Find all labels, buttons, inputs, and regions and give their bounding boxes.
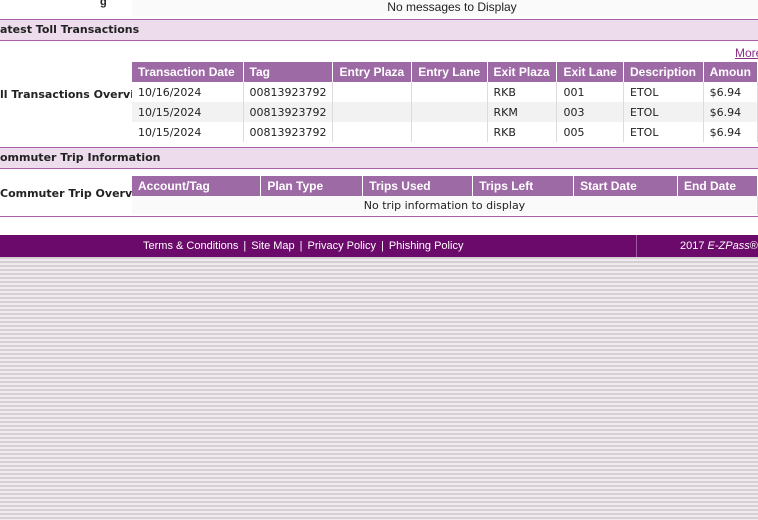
cell-entry-lane (411, 122, 488, 142)
cell-entry-plaza (332, 122, 413, 142)
cell-tag: 00813923792 (243, 82, 334, 102)
commuter-trip-table: Account/Tag Plan Type Trips Used Trips L… (132, 176, 758, 214)
cell-exit-plaza: RKB (487, 122, 558, 142)
cell-tag: 00813923792 (243, 102, 334, 122)
col-account-tag[interactable]: Account/Tag (132, 176, 262, 196)
cell-exit-plaza: RKB (487, 82, 558, 102)
footer-link-terms[interactable]: Terms & Conditions (143, 240, 238, 252)
col-trips-used[interactable]: Trips Used (362, 176, 474, 196)
col-exit-plaza[interactable]: Exit Plaza (487, 62, 558, 82)
footer-link-sitemap[interactable]: Site Map (251, 240, 294, 252)
cell-tag: 00813923792 (243, 122, 334, 142)
cell-entry-lane (411, 82, 488, 102)
cell-exit-lane: 003 (556, 102, 624, 122)
col-transaction-date[interactable]: Transaction Date (132, 62, 244, 82)
table-row: No trip information to display (132, 196, 758, 214)
messages-row: g No messages to Display (0, 0, 758, 18)
col-description[interactable]: Description (623, 62, 704, 82)
col-amount[interactable]: Amoun (703, 62, 758, 82)
cell-entry-plaza (332, 82, 413, 102)
col-exit-lane[interactable]: Exit Lane (556, 62, 624, 82)
table-row: 10/16/2024 00813923792 RKB 001 ETOL $6.9… (132, 82, 758, 102)
cell-amount: $6.94 (703, 82, 758, 102)
col-entry-lane[interactable]: Entry Lane (411, 62, 488, 82)
col-end-date[interactable]: End Date (677, 176, 758, 196)
cell-amount: $6.94 (703, 102, 758, 122)
col-entry-plaza[interactable]: Entry Plaza (332, 62, 413, 82)
toll-section-header: atest Toll Transactions (0, 19, 758, 41)
toll-transactions-table: Transaction Date Tag Entry Plaza Entry L… (132, 62, 758, 142)
cell-date: 10/16/2024 (132, 82, 244, 102)
section-divider (0, 216, 758, 217)
commuter-empty-text: No trip information to display (132, 196, 758, 214)
toll-overview-label: ll Transactions Overview: (0, 88, 156, 101)
footer-link-phishing[interactable]: Phishing Policy (389, 240, 464, 252)
cell-description: ETOL (623, 82, 704, 102)
messages-empty-text: No messages to Display (132, 0, 758, 16)
footer-copyright: 2017 E-ZPass® N (680, 235, 758, 257)
footer-separator: | (243, 240, 247, 252)
cell-date: 10/15/2024 (132, 122, 244, 142)
table-row: 10/15/2024 00813923792 RKM 003 ETOL $6.9… (132, 102, 758, 122)
copyright-suffix: ® N (749, 240, 758, 252)
striped-background (0, 257, 758, 520)
footer-divider (636, 235, 637, 257)
col-tag[interactable]: Tag (243, 62, 334, 82)
col-plan-type[interactable]: Plan Type (260, 176, 364, 196)
footer: Terms & Conditions | Site Map | Privacy Poli… (0, 235, 758, 257)
cell-description: ETOL (623, 102, 704, 122)
cell-entry-plaza (332, 102, 413, 122)
cell-amount: $6.94 (703, 122, 758, 142)
commuter-overview-label: Commuter Trip Overview: (0, 187, 158, 200)
table-row: 10/15/2024 00813923792 RKB 005 ETOL $6.9… (132, 122, 758, 142)
col-trips-left[interactable]: Trips Left (472, 176, 575, 196)
col-start-date[interactable]: Start Date (573, 176, 678, 196)
cell-exit-lane: 005 (556, 122, 624, 142)
footer-link-privacy[interactable]: Privacy Policy (308, 240, 376, 252)
copyright-brand: E-ZPass (707, 240, 750, 252)
footer-separator: | (299, 240, 303, 252)
toll-table-header-row: Transaction Date Tag Entry Plaza Entry L… (132, 62, 758, 82)
footer-links: Terms & Conditions | Site Map | Privacy Poli… (143, 235, 463, 257)
cell-exit-lane: 001 (556, 82, 624, 102)
cell-date: 10/15/2024 (132, 102, 244, 122)
messages-label: g (100, 0, 107, 8)
copyright-prefix: 2017 (680, 240, 708, 252)
commuter-section-header: ommuter Trip Information (0, 147, 758, 169)
cell-exit-plaza: RKM (487, 102, 558, 122)
commuter-table-header-row: Account/Tag Plan Type Trips Used Trips L… (132, 176, 758, 196)
cell-description: ETOL (623, 122, 704, 142)
footer-separator: | (380, 240, 384, 252)
cell-entry-lane (411, 102, 488, 122)
more-link[interactable]: More (735, 46, 758, 60)
